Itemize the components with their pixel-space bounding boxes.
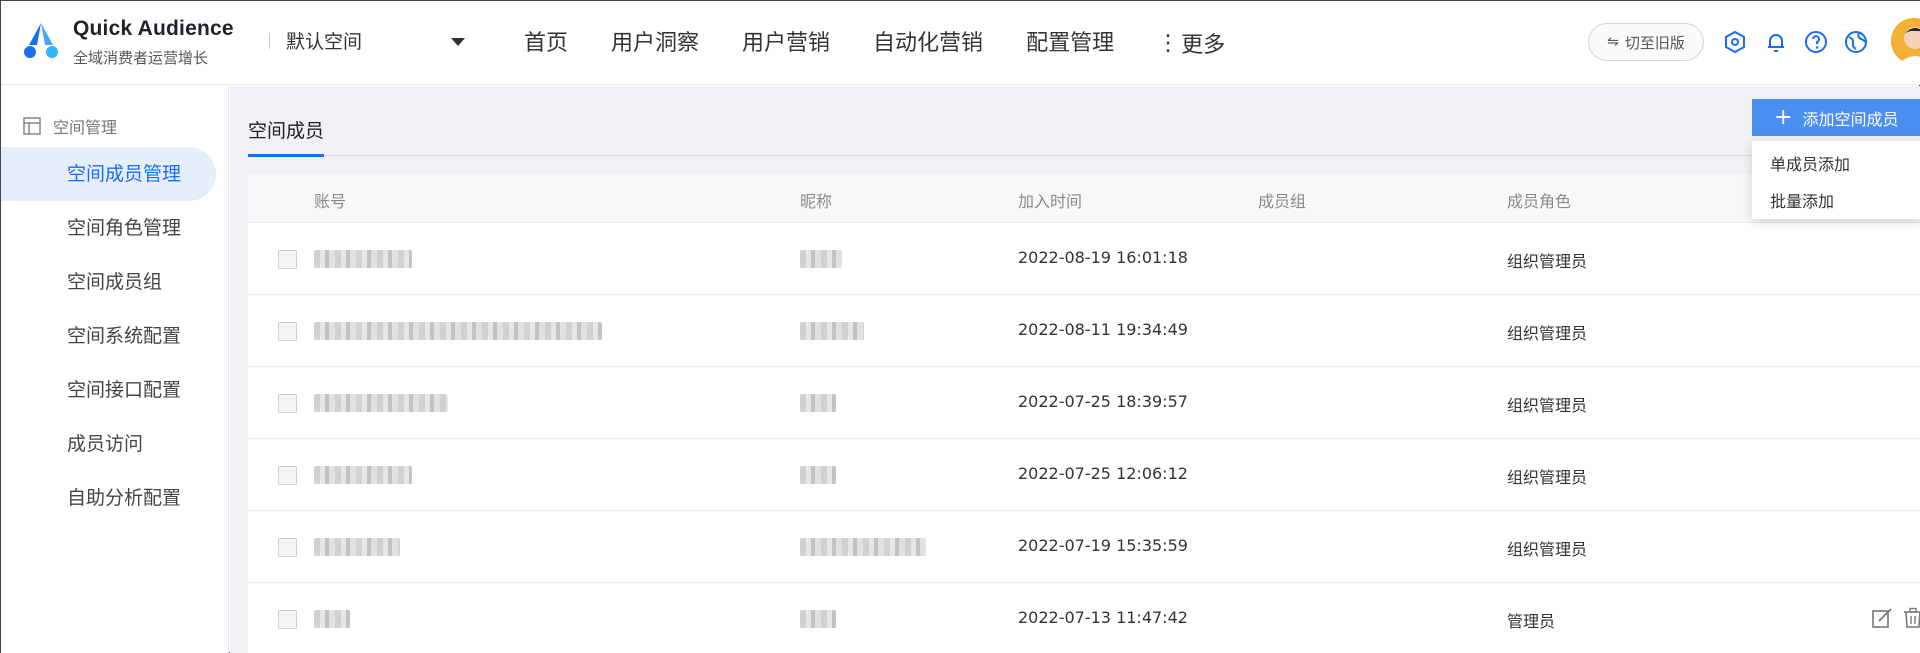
members-table: 账号 昵称 加入时间 成员组 成员角色 2022-08-19 16:01:18 … (248, 174, 1920, 653)
sidebar-item-system-config[interactable]: 空间系统配置 (1, 309, 216, 363)
account-redacted (314, 610, 350, 628)
table-header: 账号 昵称 加入时间 成员组 成员角色 (248, 174, 1920, 222)
main-nav: 首页 用户洞察 用户营销 自动化营销 配置管理 ⋮ 更多 (524, 25, 1268, 61)
nickname-redacted (800, 250, 842, 268)
account-redacted (314, 322, 602, 340)
nav-user-insight[interactable]: 用户洞察 (611, 25, 699, 61)
table-row[interactable]: 2022-07-25 18:39:57 组织管理员 (248, 366, 1920, 438)
caret-down-icon (451, 38, 465, 46)
member-role: 组织管理员 (1507, 324, 1588, 343)
nav-config[interactable]: 配置管理 (1026, 25, 1114, 61)
more-dots-icon: ⋮ (1157, 30, 1180, 56)
brand-subtitle: 全域消费者运营增长 (73, 49, 209, 67)
switch-old-version-button[interactable]: ⇋ 切至旧版 (1588, 23, 1704, 61)
account-redacted (314, 538, 400, 556)
main-content: 空间成员 账号 昵称 加入时间 成员组 成员角色 2022-08-19 16:0… (230, 86, 1920, 653)
globe-icon[interactable] (1844, 30, 1868, 54)
join-time: 2022-08-19 16:01:18 (1018, 248, 1188, 267)
sidebar-section-header: 空间管理 (23, 114, 117, 138)
edit-icon[interactable] (1871, 607, 1893, 629)
layout-icon (23, 117, 41, 135)
menu-item-single-add[interactable]: 单成员添加 (1770, 151, 1850, 175)
sidebar-item-member-management[interactable]: 空间成员管理 (1, 147, 216, 201)
account-redacted (314, 250, 412, 268)
help-icon[interactable] (1804, 30, 1828, 54)
account-redacted (314, 394, 448, 412)
col-member-group: 成员组 (1258, 192, 1307, 211)
col-account: 账号 (314, 192, 347, 211)
space-select-value: 默认空间 (286, 31, 363, 53)
nav-auto-marketing[interactable]: 自动化营销 (873, 25, 983, 61)
sidebar-item-member-access[interactable]: 成员访问 (1, 417, 216, 471)
nav-more-label: 更多 (1181, 33, 1226, 58)
bell-icon[interactable] (1764, 30, 1788, 54)
member-role: 组织管理员 (1507, 252, 1588, 271)
switch-arrows-icon: ⇋ (1607, 34, 1619, 50)
table-row[interactable]: 2022-08-11 19:34:49 组织管理员 (248, 294, 1920, 366)
nickname-redacted (800, 538, 926, 556)
nickname-redacted (800, 466, 836, 484)
delete-icon[interactable] (1902, 607, 1920, 629)
row-checkbox[interactable] (278, 610, 297, 629)
plus-icon: + (1774, 104, 1793, 130)
sidebar: 空间管理 空间成员管理 空间角色管理 空间成员组 空间系统配置 空间接口配置 成… (1, 86, 229, 653)
join-time: 2022-07-19 15:35:59 (1018, 536, 1188, 555)
nickname-redacted (800, 610, 836, 628)
avatar[interactable] (1891, 18, 1920, 64)
member-role: 组织管理员 (1507, 396, 1588, 415)
tab-bar: 空间成员 (248, 106, 1920, 157)
settings-hex-icon[interactable] (1723, 30, 1747, 54)
join-time: 2022-07-25 18:39:57 (1018, 392, 1188, 411)
join-time: 2022-08-11 19:34:49 (1018, 320, 1188, 339)
sidebar-item-role-management[interactable]: 空间角色管理 (1, 201, 216, 255)
table-row[interactable]: 2022-07-19 15:35:59 组织管理员 (248, 510, 1920, 582)
col-nickname: 昵称 (800, 192, 833, 211)
col-join-time: 加入时间 (1018, 192, 1083, 211)
add-space-member-label: 添加空间成员 (1802, 109, 1899, 129)
sidebar-item-api-config[interactable]: 空间接口配置 (1, 363, 216, 417)
join-time: 2022-07-25 12:06:12 (1018, 464, 1188, 483)
account-redacted (314, 466, 412, 484)
menu-item-batch-add[interactable]: 批量添加 (1770, 188, 1834, 212)
add-member-dropdown: 单成员添加 批量添加 (1752, 141, 1920, 219)
table-row[interactable]: 2022-08-19 16:01:18 组织管理员 (248, 222, 1920, 294)
tab-space-members[interactable]: 空间成员 (248, 116, 324, 157)
nav-more[interactable]: ⋮ 更多 (1157, 25, 1225, 61)
member-role: 管理员 (1507, 612, 1556, 631)
member-role: 组织管理员 (1507, 540, 1588, 559)
member-role: 组织管理员 (1507, 468, 1588, 487)
join-time: 2022-07-13 11:47:42 (1018, 608, 1188, 627)
row-checkbox[interactable] (278, 322, 297, 341)
sidebar-section-title: 空间管理 (53, 118, 118, 137)
nav-home[interactable]: 首页 (524, 25, 568, 61)
row-checkbox[interactable] (278, 394, 297, 413)
top-header: Quick Audience 全域消费者运营增长 默认空间 首页 用户洞察 用户… (1, 1, 1920, 85)
col-member-role: 成员角色 (1507, 192, 1572, 211)
quick-audience-logo[interactable] (21, 21, 61, 61)
table-row[interactable]: 2022-07-25 12:06:12 组织管理员 (248, 438, 1920, 510)
sidebar-item-member-group[interactable]: 空间成员组 (1, 255, 216, 309)
add-space-member-button[interactable]: + 添加空间成员 (1752, 99, 1920, 136)
avatar-illustration (1891, 18, 1920, 64)
nickname-redacted (800, 394, 836, 412)
space-select[interactable]: 默认空间 (286, 27, 466, 57)
brand-title: Quick Audience (73, 17, 234, 40)
nickname-redacted (800, 322, 864, 340)
switch-label: 切至旧版 (1624, 33, 1685, 52)
sidebar-item-self-analysis[interactable]: 自助分析配置 (1, 471, 216, 525)
header-divider (269, 33, 270, 49)
row-checkbox[interactable] (278, 250, 297, 269)
table-row[interactable]: 2022-07-13 11:47:42 管理员 (248, 582, 1920, 653)
row-checkbox[interactable] (278, 538, 297, 557)
row-checkbox[interactable] (278, 466, 297, 485)
nav-user-marketing[interactable]: 用户营销 (742, 25, 830, 61)
